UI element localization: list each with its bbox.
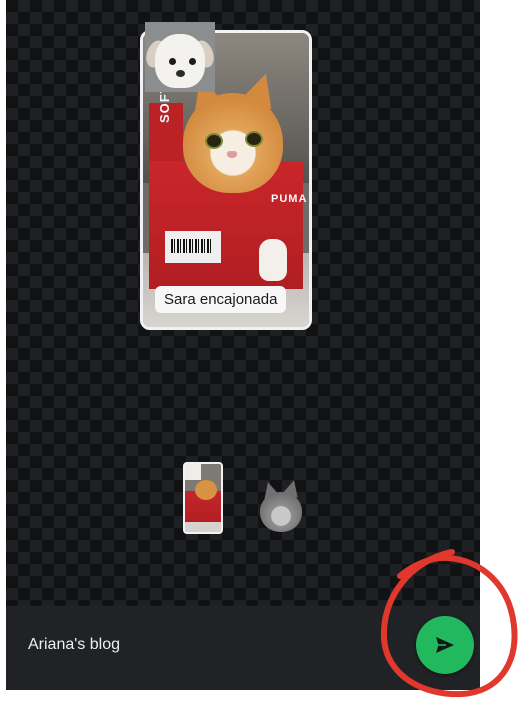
send-button[interactable] xyxy=(416,616,474,674)
cat-sticker-thumbnail[interactable] xyxy=(258,478,304,534)
send-icon xyxy=(436,637,454,653)
media-editor-screen: SOFTFOAM PUMA Sara encajonada Ariana's b… xyxy=(6,0,480,690)
recipient-name[interactable]: Ariana's blog xyxy=(28,636,120,654)
dog-eye-right xyxy=(189,58,196,65)
mini-dog-icon xyxy=(185,464,201,480)
dog-nose xyxy=(176,70,185,77)
box-brand-logo: PUMA xyxy=(271,193,308,205)
dog-face xyxy=(155,34,205,88)
cat-paw xyxy=(259,239,287,281)
mini-cat-icon xyxy=(195,480,217,500)
barcode xyxy=(171,239,211,253)
sticker-thumbnail[interactable] xyxy=(183,462,223,534)
cat-eye-right xyxy=(245,131,263,147)
sticker-caption[interactable]: Sara encajonada xyxy=(155,286,287,313)
dog-eye-left xyxy=(169,58,176,65)
dog-sticker[interactable] xyxy=(145,22,215,92)
cat-nose xyxy=(227,151,237,158)
cat-face xyxy=(183,93,283,193)
cat-eye-left xyxy=(205,133,223,149)
bottom-bar: Ariana's blog xyxy=(6,606,480,690)
cat-thumb-head xyxy=(260,492,302,532)
